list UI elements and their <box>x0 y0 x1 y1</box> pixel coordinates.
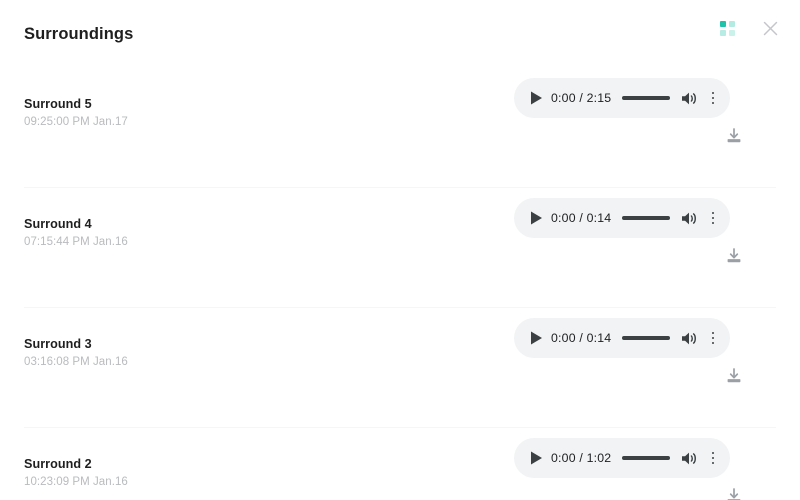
dot <box>711 451 715 455</box>
recording-row[interactable]: Surround 3 03:16:08 PM Jan.16 0:00 / 0:1… <box>24 308 776 428</box>
recording-meta: Surround 3 03:16:08 PM Jan.16 <box>24 336 128 370</box>
audio-player[interactable]: 0:00 / 0:14 <box>514 318 730 358</box>
volume-high-icon[interactable] <box>681 90 698 107</box>
audio-progress-bar[interactable] <box>622 96 670 100</box>
recording-row[interactable]: Surround 2 10:23:09 PM Jan.16 0:00 / 1:0… <box>24 428 776 500</box>
recording-title: Surround 2 <box>24 457 92 471</box>
player-area: 0:00 / 0:14 00:00.000 <box>514 318 741 383</box>
more-vertical-icon[interactable] <box>706 329 720 347</box>
dot <box>711 101 715 105</box>
audio-player[interactable]: 0:00 / 2:15 <box>514 78 730 118</box>
recording-title: Surround 3 <box>24 337 92 351</box>
dot <box>711 341 715 345</box>
recording-title: Surround 4 <box>24 217 92 231</box>
recording-timestamp: 09:25:00 PM Jan.17 <box>24 116 128 128</box>
audio-progress-bar[interactable] <box>622 216 670 220</box>
header-actions <box>714 14 784 42</box>
page-title: Surroundings <box>24 24 134 43</box>
audio-progress-bar[interactable] <box>622 456 670 460</box>
download-icon[interactable] <box>722 484 746 500</box>
download-icon[interactable] <box>722 364 746 388</box>
play-icon[interactable] <box>528 330 544 346</box>
recording-meta: Surround 5 09:25:00 PM Jan.17 <box>24 96 128 130</box>
recording-timestamp: 07:15:44 PM Jan.16 <box>24 236 128 248</box>
dot <box>711 456 715 460</box>
recording-row[interactable]: Surround 5 09:25:00 PM Jan.17 0:00 / 2:1… <box>24 68 776 188</box>
player-area: 0:00 / 0:14 00:00.000 <box>514 198 741 263</box>
player-area: 0:00 / 1:02 00:00.000 <box>514 438 741 500</box>
dot <box>711 331 715 335</box>
more-vertical-icon[interactable] <box>706 89 720 107</box>
audio-time-display: 0:00 / 1:02 <box>551 451 612 465</box>
audio-progress-bar[interactable] <box>622 336 670 340</box>
download-icon[interactable] <box>722 124 746 148</box>
download-icon[interactable] <box>722 244 746 268</box>
volume-high-icon[interactable] <box>681 450 698 467</box>
recording-timestamp: 03:16:08 PM Jan.16 <box>24 356 128 368</box>
grid-apps-icon[interactable] <box>714 15 740 41</box>
dot <box>711 336 715 340</box>
more-vertical-icon[interactable] <box>706 209 720 227</box>
audio-player[interactable]: 0:00 / 1:02 <box>514 438 730 478</box>
volume-high-icon[interactable] <box>681 330 698 347</box>
play-icon[interactable] <box>528 210 544 226</box>
app-header: Surroundings <box>0 0 800 68</box>
player-area: 0:00 / 2:15 00:00.000 <box>514 78 741 143</box>
more-vertical-icon[interactable] <box>706 449 720 467</box>
dot <box>711 91 715 95</box>
dot <box>711 211 715 215</box>
dot <box>711 96 715 100</box>
audio-player[interactable]: 0:00 / 0:14 <box>514 198 730 238</box>
audio-time-display: 0:00 / 2:15 <box>551 91 612 105</box>
recordings-list: Surround 5 09:25:00 PM Jan.17 0:00 / 2:1… <box>0 68 800 500</box>
play-icon[interactable] <box>528 90 544 106</box>
dot <box>711 216 715 220</box>
volume-high-icon[interactable] <box>681 210 698 227</box>
recording-title: Surround 5 <box>24 97 92 111</box>
audio-time-display: 0:00 / 0:14 <box>551 331 612 345</box>
recording-timestamp: 10:23:09 PM Jan.16 <box>24 476 128 488</box>
recording-row[interactable]: Surround 4 07:15:44 PM Jan.16 0:00 / 0:1… <box>24 188 776 308</box>
audio-time-display: 0:00 / 0:14 <box>551 211 612 225</box>
close-icon[interactable] <box>756 14 784 42</box>
recording-meta: Surround 2 10:23:09 PM Jan.16 <box>24 456 128 490</box>
play-icon[interactable] <box>528 450 544 466</box>
recording-meta: Surround 4 07:15:44 PM Jan.16 <box>24 216 128 250</box>
dot <box>711 461 715 465</box>
dot <box>711 221 715 225</box>
